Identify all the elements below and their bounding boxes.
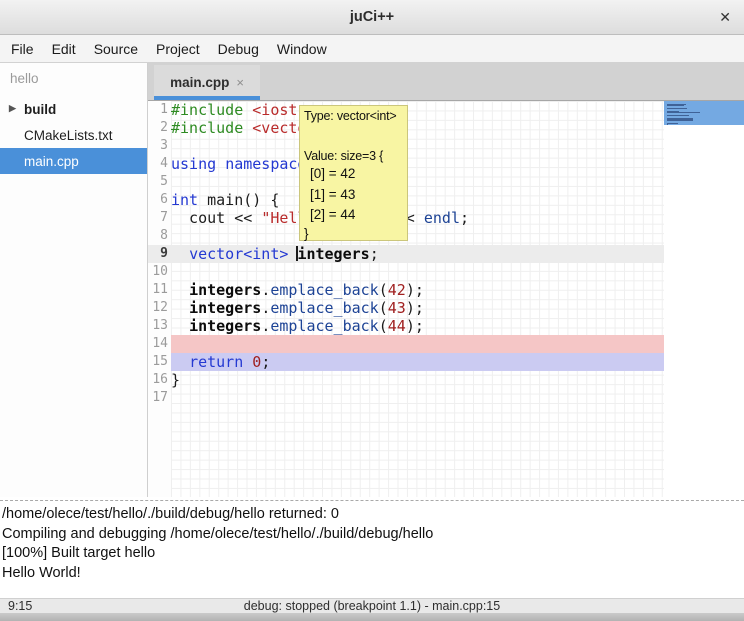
line-number[interactable]: 10 [148, 263, 168, 281]
line-content: #include <iostream> [171, 101, 664, 119]
minimap-code-line [667, 105, 684, 106]
tree-item-label: CMakeLists.txt [24, 128, 113, 143]
code-line-13[interactable]: 13 integers.emplace_back(44); [148, 317, 664, 335]
output-line: [100%] Built target hello [2, 544, 744, 564]
menu-item-window[interactable]: Window [268, 41, 336, 57]
line-number[interactable]: 8 [148, 227, 168, 245]
line-number[interactable]: 7 [148, 209, 168, 227]
line-content: } [171, 371, 664, 389]
line-number[interactable]: 15 [148, 353, 168, 371]
code-line-17[interactable]: 17 [148, 389, 664, 407]
line-number[interactable]: 16 [148, 371, 168, 389]
minimap-code-line [667, 115, 689, 116]
minimap-code-line [667, 108, 687, 109]
tooltip-value-line: Value: size=3 { [304, 148, 403, 164]
menu-bar: FileEditSourceProjectDebugWindow [0, 35, 744, 63]
code-line-9[interactable]: 9 vector<int> integers; [148, 245, 664, 263]
line-number[interactable]: 5 [148, 173, 168, 191]
line-content: return 0; [171, 353, 664, 371]
status-bar: 9:15 debug: stopped (breakpoint 1.1) - m… [0, 598, 744, 613]
line-content: #include <vector> [171, 119, 664, 137]
tooltip-entry: [0] = 42 [310, 164, 403, 185]
tooltip-entries: [0] = 42[1] = 43[2] = 44 [304, 164, 403, 226]
minimap-code-line [667, 112, 700, 113]
tab-label: main.cpp [170, 75, 229, 90]
expander-icon[interactable]: ▶ [9, 103, 16, 114]
minimap[interactable] [664, 101, 744, 497]
menu-item-project[interactable]: Project [147, 41, 209, 57]
line-number[interactable]: 4 [148, 155, 168, 173]
window-title: juCi++ [350, 9, 394, 25]
tab-bar: main.cpp × [148, 63, 744, 101]
tab-close-icon[interactable]: × [236, 75, 244, 90]
tree-item-build[interactable]: ▶ build [0, 96, 147, 122]
debug-status: debug: stopped (breakpoint 1.1) - main.c… [0, 599, 744, 613]
tab-main-cpp[interactable]: main.cpp × [154, 65, 260, 100]
line-content: vector<int> integers; [171, 245, 664, 263]
line-number[interactable]: 12 [148, 299, 168, 317]
line-number[interactable]: 11 [148, 281, 168, 299]
code-line-11[interactable]: 11 integers.emplace_back(42); [148, 281, 664, 299]
tree-item-cmakelists-txt[interactable]: CMakeLists.txt [0, 122, 147, 148]
line-number[interactable]: 9 [148, 245, 168, 263]
line-content: using namespace std; [171, 155, 664, 173]
line-number[interactable]: 2 [148, 119, 168, 137]
tree-item-main-cpp[interactable]: main.cpp [0, 148, 147, 174]
menu-item-debug[interactable]: Debug [209, 41, 268, 57]
close-icon[interactable]: ✕ [719, 9, 731, 25]
line-content: integers.emplace_back(43); [171, 299, 664, 317]
tooltip-closing-brace: } [304, 226, 403, 242]
debug-value-tooltip: Type: vector<int> Value: size=3 { [0] = … [299, 105, 408, 241]
code-line-15[interactable]: 15 return 0; [148, 353, 664, 371]
minimap-viewport[interactable] [664, 101, 744, 125]
tooltip-type-line: Type: vector<int> [304, 108, 403, 124]
menu-item-edit[interactable]: Edit [43, 41, 85, 57]
line-content: integers.emplace_back(44); [171, 317, 664, 335]
output-line: Compiling and debugging /home/olece/test… [2, 525, 744, 545]
line-content: integers.emplace_back(42); [171, 281, 664, 299]
minimap-code-line [667, 123, 678, 124]
line-content: cout << "Hello World!" << endl; [171, 209, 664, 227]
line-number[interactable]: 1 [148, 101, 168, 119]
tooltip-entry: [1] = 43 [310, 185, 403, 206]
line-content: int main() { [171, 191, 664, 209]
line-number[interactable]: 14 [148, 335, 168, 353]
minimap-code-line [667, 124, 668, 125]
code-line-16[interactable]: 16} [148, 371, 664, 389]
menu-item-source[interactable]: Source [85, 41, 147, 57]
project-name: hello [10, 71, 147, 86]
juci-window: juCi++ ✕ FileEditSourceProjectDebugWindo… [0, 0, 744, 621]
minimap-code-line [667, 120, 693, 121]
window-bottom-edge [0, 613, 744, 621]
line-number[interactable]: 17 [148, 389, 168, 407]
output-console[interactable]: /home/olece/test/hello/./build/debug/hel… [0, 503, 744, 598]
tree-item-label: build [24, 102, 56, 117]
output-line: /home/olece/test/hello/./build/debug/hel… [2, 505, 744, 525]
code-line-10[interactable]: 10 [148, 263, 664, 281]
code-line-12[interactable]: 12 integers.emplace_back(43); [148, 299, 664, 317]
file-tree: ▶ build CMakeLists.txt main.cpp [0, 96, 147, 174]
code-line-14[interactable]: 14 [148, 335, 664, 353]
tree-item-label: main.cpp [24, 154, 79, 169]
line-number[interactable]: 13 [148, 317, 168, 335]
menu-item-file[interactable]: File [2, 41, 43, 57]
file-tree-sidebar: hello ▶ build CMakeLists.txt main.cpp [0, 63, 148, 502]
cursor-position: 9:15 [8, 599, 32, 613]
title-bar: juCi++ ✕ [0, 0, 744, 35]
line-number[interactable]: 3 [148, 137, 168, 155]
line-number[interactable]: 6 [148, 191, 168, 209]
tooltip-entry: [2] = 44 [310, 205, 403, 226]
output-line: Hello World! [2, 564, 744, 584]
